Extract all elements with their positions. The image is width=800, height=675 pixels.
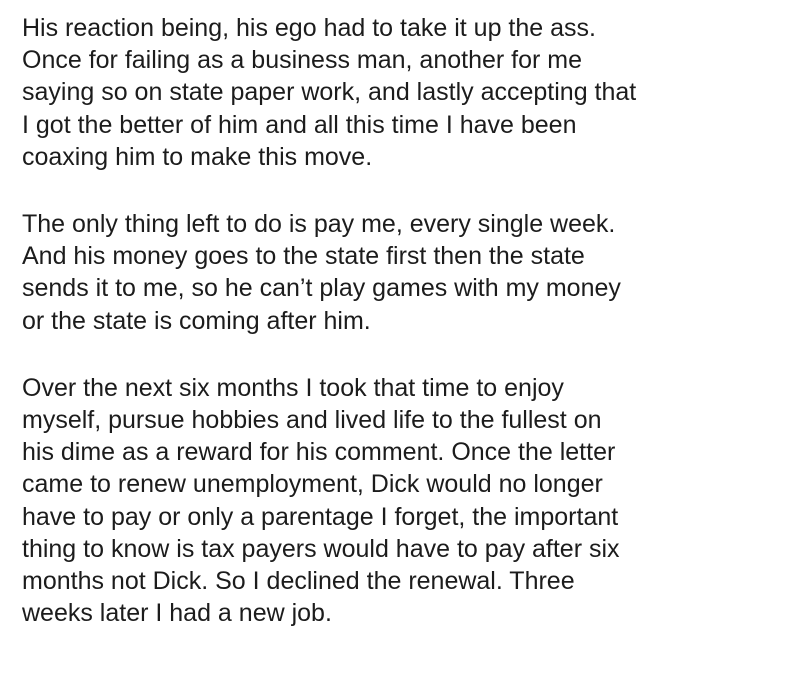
text-line: coaxing him to make this move. xyxy=(22,142,373,171)
text-line: have to pay or only a parentage I forget… xyxy=(22,502,619,531)
paragraph: His reaction being, his ego had to take … xyxy=(22,12,792,173)
text-line: The only thing left to do is pay me, eve… xyxy=(22,210,616,239)
text-line: Once for failing as a business man, anot… xyxy=(22,46,583,75)
paragraph: The only thing left to do is pay me, eve… xyxy=(22,208,792,337)
text-line: months not Dick. So I declined the renew… xyxy=(22,567,575,596)
text-line: Over the next six months I took that tim… xyxy=(22,373,564,402)
text-line: thing to know is tax payers would have t… xyxy=(22,534,620,563)
text-line: sends it to me, so he can’t play games w… xyxy=(22,274,621,303)
paragraph: Over the next six months I took that tim… xyxy=(22,372,792,630)
text-line: weeks later I had a new job. xyxy=(22,599,332,628)
text-line: his dime as a reward for his comment. On… xyxy=(22,438,616,467)
text-line: myself, pursue hobbies and lived life to… xyxy=(22,406,602,435)
text-line: And his money goes to the state first th… xyxy=(22,242,585,271)
document-body: His reaction being, his ego had to take … xyxy=(22,12,792,664)
text-line: saying so on state paper work, and lastl… xyxy=(22,78,637,107)
text-line: came to renew unemployment, Dick would n… xyxy=(22,470,603,499)
text-line: I got the better of him and all this tim… xyxy=(22,110,577,139)
text-line: or the state is coming after him. xyxy=(22,306,371,335)
text-line: His reaction being, his ego had to take … xyxy=(22,14,596,42)
